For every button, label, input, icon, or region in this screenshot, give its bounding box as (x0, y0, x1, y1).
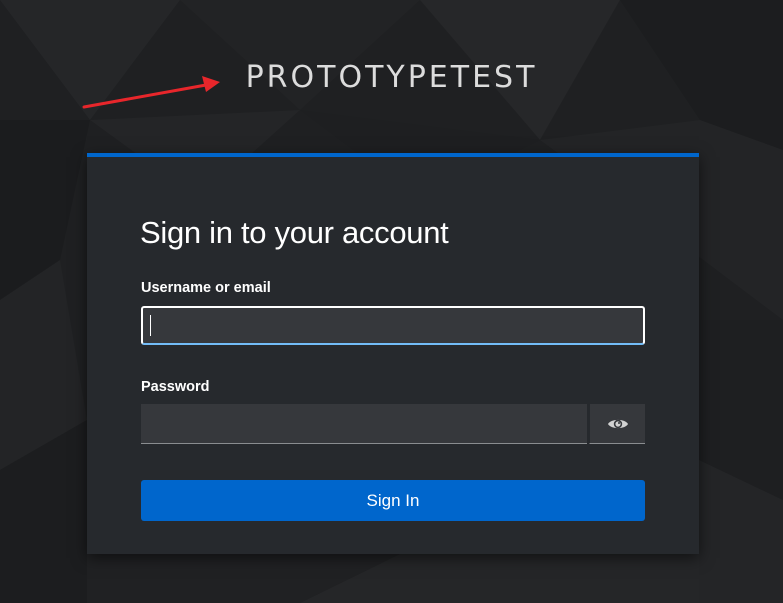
password-input[interactable] (141, 404, 587, 444)
annotation-arrow-icon (82, 76, 220, 109)
username-input[interactable] (141, 306, 645, 345)
show-password-button[interactable] (589, 404, 645, 444)
eye-icon (607, 419, 628, 428)
login-card: Sign in to your account Username or emai… (87, 153, 699, 554)
password-label: Password (141, 379, 210, 395)
username-label: Username or email (141, 280, 271, 296)
sign-in-button[interactable]: Sign In (141, 480, 645, 521)
text-cursor (150, 315, 151, 336)
page-title: Sign in to your account (140, 215, 449, 250)
